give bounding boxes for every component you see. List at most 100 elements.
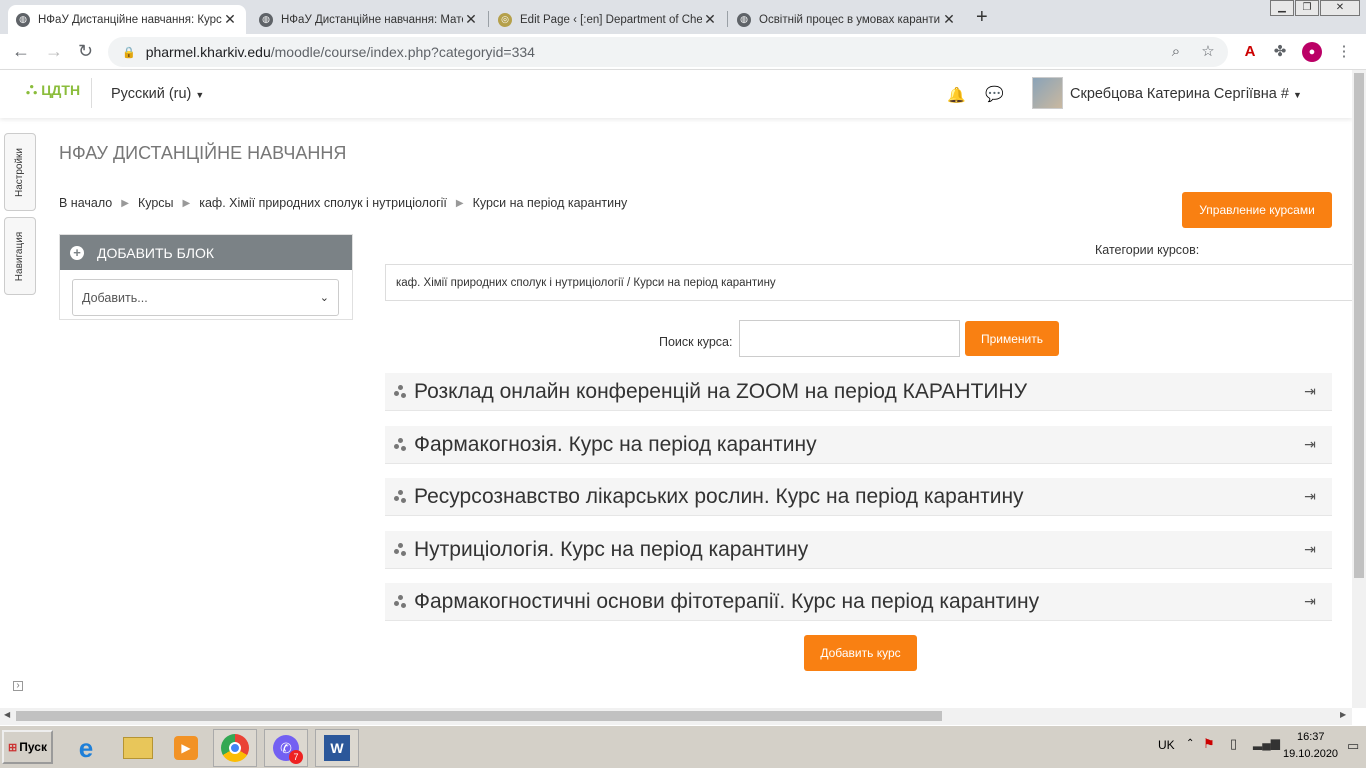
search-input[interactable]	[739, 320, 960, 357]
show-desktop-icon[interactable]: ▭	[1347, 738, 1359, 754]
user-menu[interactable]: Скребцова Катерина Сергіївна # ▼	[1070, 86, 1302, 102]
course-icon	[394, 384, 408, 399]
apply-search-button[interactable]: Применить	[965, 321, 1059, 356]
media-player-icon[interactable]: ▶	[164, 729, 208, 767]
globe-icon: ◍	[259, 12, 273, 27]
breadcrumb-home[interactable]: В начало	[59, 196, 112, 211]
back-icon[interactable]: ←	[12, 42, 30, 60]
notification-badge: 7	[289, 750, 303, 764]
notification-bell-icon[interactable]: 🔔	[947, 86, 966, 104]
course-title[interactable]: Нутриціологія. Курс на період карантину	[414, 538, 1300, 562]
course-icon	[394, 594, 408, 609]
messages-icon[interactable]: 💬	[985, 85, 1004, 103]
browser-tab-2[interactable]: ◍ НФаУ Дистанційне навчання: Мате ✕	[251, 5, 487, 34]
breadcrumb: В начало ▶ Курсы ▶ каф. Хімії природних …	[59, 196, 627, 211]
course-item[interactable]: Фармакогностичні основи фітотерапії. Кур…	[385, 583, 1332, 621]
signal-icon[interactable]: ▂▄▆	[1253, 736, 1280, 750]
minimize-button[interactable]: ▁	[1270, 0, 1294, 16]
chevron-down-icon: ⌄	[319, 292, 329, 304]
site-header: ⛬ ЦДТН Русский (ru) ▼ 🔔 💬 Скребцова Кате…	[0, 70, 1352, 118]
browser-tab-4[interactable]: ◍ Освітній процес в умовах каранти ✕	[729, 5, 965, 34]
self-enrol-icon[interactable]: ⇥	[1300, 488, 1320, 505]
globe-icon: ◍	[737, 12, 751, 27]
close-tab-icon[interactable]: ✕	[222, 11, 238, 28]
add-course-button[interactable]: Добавить курс	[804, 635, 917, 671]
tray-expand-icon[interactable]: ⌃	[1186, 738, 1194, 749]
scroll-left-icon[interactable]: ◀	[4, 710, 10, 719]
breadcrumb-courses[interactable]: Курсы	[138, 196, 174, 211]
browser-tab-1[interactable]: ◍ НФаУ Дистанційне навчання: Курс ✕	[8, 5, 246, 34]
close-tab-icon[interactable]: ✕	[702, 11, 718, 28]
language-menu[interactable]: Русский (ru) ▼	[111, 86, 204, 102]
course-title[interactable]: Фармакогнозія. Курс на період карантину	[414, 433, 1300, 457]
close-tab-icon[interactable]: ✕	[463, 11, 479, 28]
self-enrol-icon[interactable]: ⇥	[1300, 593, 1320, 610]
tab-title: Edit Page ‹ [:en] Department of Che	[520, 13, 702, 26]
viber-taskbar-icon[interactable]: ✆ 7	[264, 729, 308, 767]
close-window-button[interactable]: ✕	[1320, 0, 1360, 16]
add-block-select[interactable]: Добавить... ⌄	[72, 279, 339, 316]
category-select[interactable]: каф. Хімії природних сполук і нутриціоло…	[385, 264, 1352, 301]
logo-icon: ⛬	[26, 81, 38, 98]
breadcrumb-department[interactable]: каф. Хімії природних сполук і нутриціоло…	[199, 196, 447, 211]
file-explorer-icon[interactable]	[116, 729, 160, 767]
network-warning-icon[interactable]: ⚑	[1203, 736, 1215, 752]
user-avatar[interactable]	[1032, 77, 1063, 109]
forward-icon[interactable]: →	[45, 42, 63, 60]
add-block: + ДОБАВИТЬ БЛОК Добавить... ⌄	[59, 234, 353, 320]
course-icon	[394, 437, 408, 452]
battery-icon[interactable]: ▯	[1230, 736, 1237, 752]
search-label: Поиск курса:	[659, 335, 733, 349]
dock-icon[interactable]: ›	[13, 681, 23, 691]
self-enrol-icon[interactable]: ⇥	[1300, 436, 1320, 453]
pdf-extension-icon[interactable]: A	[1240, 42, 1260, 62]
tab-title: Освітній процес в умовах каранти	[759, 13, 941, 26]
browser-tab-bar: ◍ НФаУ Дистанційне навчання: Курс ✕ ◍ НФ…	[0, 0, 1366, 34]
course-title[interactable]: Фармакогностичні основи фітотерапії. Кур…	[414, 590, 1300, 614]
course-item[interactable]: Нутриціологія. Курс на період карантину …	[385, 531, 1332, 569]
url-host: pharmel.kharkiv.edu	[145, 44, 271, 60]
os-taskbar: ⊞ Пуск e ▶ ✆ 7 W UK ⌃ ⚑ ▯ ▂▄▆ 16:37 19.10…	[0, 725, 1366, 768]
url-path: /moodle/course/index.php?categoryid=334	[270, 44, 535, 60]
navigation-drawer-tab[interactable]: Навигация	[4, 217, 36, 295]
course-title[interactable]: Розклад онлайн конференцій на ZOOM на пе…	[414, 380, 1300, 404]
chrome-taskbar-icon[interactable]	[213, 729, 257, 767]
windows-logo-icon: ⊞	[8, 741, 18, 754]
settings-drawer-tab[interactable]: Настройки	[4, 133, 36, 211]
globe-icon: ◍	[16, 12, 30, 27]
internet-explorer-icon[interactable]: e	[64, 729, 108, 767]
lock-icon: 🔒	[122, 46, 136, 59]
profile-avatar-icon[interactable]: ●	[1302, 42, 1322, 62]
extensions-puzzle-icon[interactable]: ✤	[1270, 42, 1290, 62]
restore-button[interactable]: ❐	[1295, 0, 1319, 16]
scroll-right-icon[interactable]: ▶	[1340, 710, 1346, 719]
menu-kebab-icon[interactable]: ⋮	[1334, 42, 1354, 62]
course-item[interactable]: Фармакогнозія. Курс на період карантину …	[385, 426, 1332, 464]
breadcrumb-current: Курси на період карантину	[472, 196, 628, 210]
caret-down-icon: ▼	[195, 90, 205, 100]
zoom-search-icon[interactable]: ⌕	[1166, 42, 1186, 62]
reload-icon[interactable]: ↻	[78, 42, 93, 60]
language-indicator[interactable]: UK	[1158, 738, 1175, 752]
course-icon	[394, 489, 408, 504]
horizontal-scroll-thumb[interactable]	[16, 711, 942, 721]
course-item[interactable]: Розклад онлайн конференцій на ZOOM на пе…	[385, 373, 1332, 411]
start-button[interactable]: ⊞ Пуск	[2, 730, 53, 764]
self-enrol-icon[interactable]: ⇥	[1300, 383, 1320, 400]
close-tab-icon[interactable]: ✕	[941, 11, 957, 28]
course-title[interactable]: Ресурсознавство лікарських рослин. Курс …	[414, 485, 1300, 509]
word-taskbar-icon[interactable]: W	[315, 729, 359, 767]
bookmark-star-icon[interactable]: ☆	[1198, 42, 1218, 62]
browser-tab-3[interactable]: ◎ Edit Page ‹ [:en] Department of Che ✕	[490, 5, 726, 34]
site-logo[interactable]: ⛬ ЦДТН	[26, 81, 80, 99]
new-tab-button[interactable]: +	[976, 6, 988, 29]
tab-title: НФаУ Дистанційне навчання: Курс	[38, 13, 222, 26]
clock-time: 16:37	[1297, 731, 1325, 743]
breadcrumb-separator-icon: ▶	[121, 198, 129, 209]
url-field[interactable]: 🔒 pharmel.kharkiv.edu/moodle/course/inde…	[108, 37, 1228, 67]
wordpress-icon: ◎	[498, 12, 512, 27]
self-enrol-icon[interactable]: ⇥	[1300, 541, 1320, 558]
vertical-scroll-thumb[interactable]	[1354, 73, 1364, 578]
course-item[interactable]: Ресурсознавство лікарських рослин. Курс …	[385, 478, 1332, 516]
manage-courses-button[interactable]: Управление курсами	[1182, 192, 1332, 228]
